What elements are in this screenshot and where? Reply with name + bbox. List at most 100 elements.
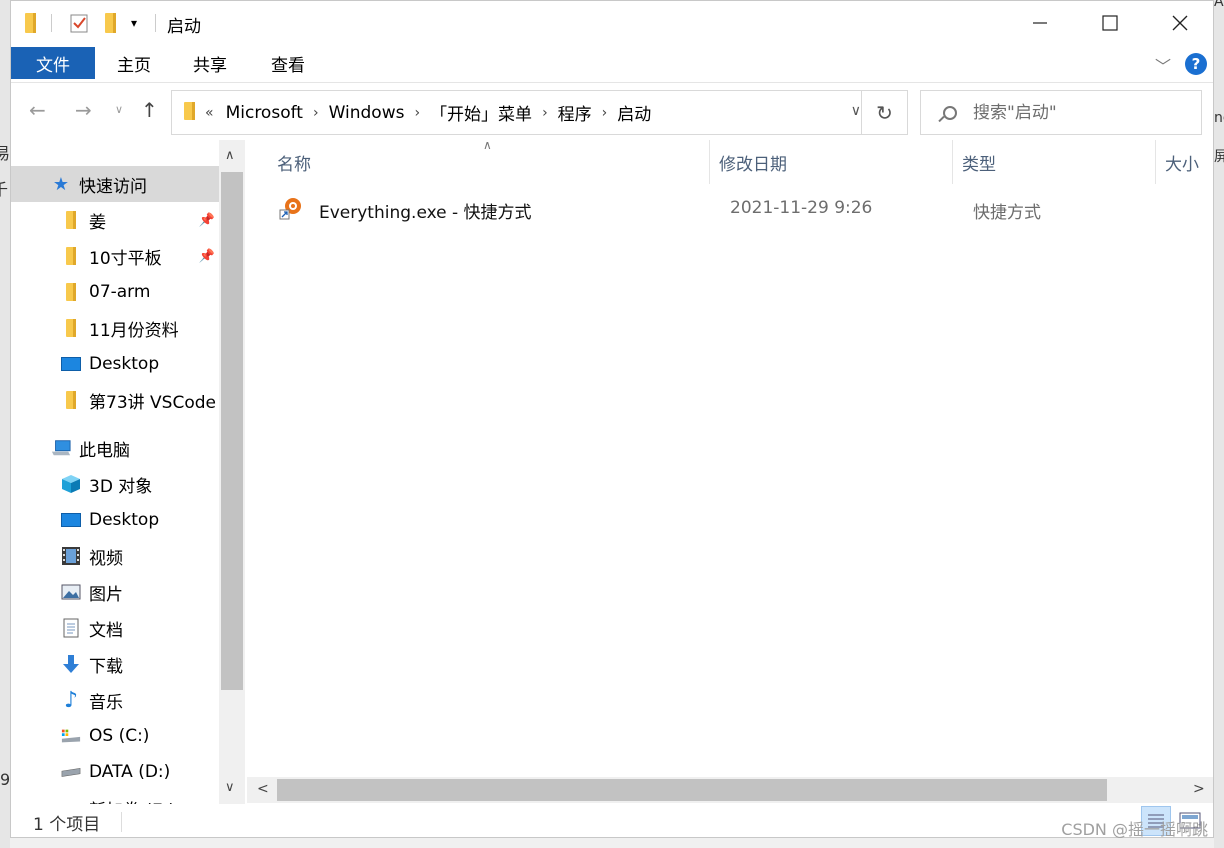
sidebar-item-folder[interactable]: 姜 📌 bbox=[11, 202, 219, 238]
column-header-type[interactable]: 类型 bbox=[962, 150, 996, 175]
minimize-button[interactable] bbox=[1005, 1, 1075, 45]
sidebar-item-label: 11月份资料 bbox=[89, 320, 179, 341]
forward-arrow-icon[interactable]: → bbox=[75, 98, 92, 122]
item-count: 1 个项目 bbox=[33, 815, 101, 835]
sidebar-item-label: 文档 bbox=[89, 620, 123, 641]
file-list-scrollbar[interactable]: < > bbox=[247, 777, 1213, 803]
sidebar-item-label: 07-arm bbox=[89, 282, 151, 302]
computer-icon bbox=[51, 438, 71, 458]
chevron-right-icon[interactable]: › bbox=[408, 105, 426, 121]
sidebar-item-pictures[interactable]: 图片 bbox=[11, 574, 219, 610]
maximize-button[interactable] bbox=[1075, 1, 1145, 45]
sidebar-item-music[interactable]: ♪ 音乐 bbox=[11, 682, 219, 718]
properties-icon[interactable] bbox=[69, 12, 89, 34]
pin-icon[interactable]: 📌 bbox=[199, 249, 215, 264]
new-folder-icon[interactable] bbox=[105, 12, 116, 34]
sidebar-item-label: 10寸平板 bbox=[89, 248, 162, 269]
breadcrumb-windows[interactable]: Windows bbox=[325, 103, 409, 123]
background-window-left bbox=[0, 0, 10, 848]
scrollbar-thumb[interactable] bbox=[221, 172, 243, 690]
background-text: 屏 bbox=[1214, 149, 1224, 165]
close-button[interactable] bbox=[1145, 1, 1213, 45]
sidebar-item-folder[interactable]: 10寸平板 📌 bbox=[11, 238, 219, 274]
tab-file[interactable]: 文件 bbox=[11, 47, 95, 79]
sidebar-item-label: 音乐 bbox=[89, 692, 123, 713]
sidebar-item-3d-objects[interactable]: 3D 对象 bbox=[11, 466, 219, 502]
address-bar[interactable]: « Microsoft › Windows › 「开始」菜单 › 程序 › 启动… bbox=[171, 90, 908, 135]
ribbon-expand-icon[interactable]: ﹀ bbox=[1155, 53, 1171, 77]
back-arrow-icon[interactable]: ← bbox=[29, 98, 46, 122]
sidebar-item-desktop[interactable]: Desktop bbox=[11, 502, 219, 538]
sidebar-item-documents[interactable]: 文档 bbox=[11, 610, 219, 646]
scrollbar-thumb[interactable] bbox=[277, 779, 1107, 801]
sidebar-item-drive-c[interactable]: OS (C:) bbox=[11, 718, 219, 754]
sort-indicator-icon: ∧ bbox=[483, 138, 492, 152]
search-input[interactable] bbox=[973, 102, 1173, 123]
sidebar-item-folder[interactable]: 第73讲 VSCode bbox=[11, 382, 219, 418]
search-box[interactable] bbox=[920, 90, 1202, 135]
recent-locations-icon[interactable]: ∨ bbox=[115, 103, 123, 116]
tab-share[interactable]: 共享 bbox=[181, 47, 239, 79]
title-bar: ▾ 启动 bbox=[11, 1, 1213, 45]
sidebar-item-desktop[interactable]: Desktop bbox=[11, 346, 219, 382]
background-text: Ac bbox=[1214, 0, 1224, 10]
help-button[interactable]: ? bbox=[1185, 53, 1207, 75]
pin-icon[interactable]: 📌 bbox=[199, 213, 215, 228]
document-icon bbox=[61, 618, 81, 638]
column-divider[interactable] bbox=[1155, 140, 1156, 184]
file-row[interactable]: Everything.exe - 快捷方式 2021-11-29 9:26 快捷… bbox=[271, 192, 1201, 224]
sidebar-item-label: OS (C:) bbox=[89, 726, 150, 746]
chevron-down-icon[interactable]: ∨ bbox=[851, 103, 861, 119]
column-divider[interactable] bbox=[952, 140, 953, 184]
navigation-bar: ← → ∨ ↑ « Microsoft › Windows › 「开始」菜单 ›… bbox=[11, 84, 1213, 140]
folder-icon bbox=[25, 12, 36, 34]
tab-home[interactable]: 主页 bbox=[105, 47, 163, 79]
chevron-right-icon[interactable]: › bbox=[536, 105, 554, 121]
column-header-name[interactable]: 名称 bbox=[277, 150, 311, 175]
sidebar-item-drive-d[interactable]: DATA (D:) bbox=[11, 754, 219, 790]
refresh-icon: ↻ bbox=[876, 100, 893, 125]
status-bar: 1 个项目 bbox=[11, 804, 1213, 837]
chevron-down-icon[interactable]: ∨ bbox=[225, 780, 235, 795]
chevron-right-icon[interactable]: › bbox=[596, 105, 614, 121]
breadcrumb-start-menu[interactable]: 「开始」菜单 bbox=[426, 100, 536, 125]
background-window-right bbox=[1214, 0, 1224, 848]
file-type: 快捷方式 bbox=[973, 203, 1041, 223]
sidebar-item-folder[interactable]: 11月份资料 bbox=[11, 310, 219, 346]
tab-view[interactable]: 查看 bbox=[259, 47, 317, 79]
chevron-right-icon[interactable]: > bbox=[1193, 781, 1205, 797]
column-header-size[interactable]: 大小 bbox=[1165, 150, 1199, 175]
sidebar-item-label: 视频 bbox=[89, 548, 123, 569]
overflow-chevron[interactable]: « bbox=[205, 105, 222, 121]
star-icon: ★ bbox=[52, 173, 70, 195]
customize-toolbar-dropdown[interactable]: ▾ bbox=[131, 12, 137, 34]
sidebar-item-label: DATA (D:) bbox=[89, 762, 171, 782]
sidebar-item-videos[interactable]: 视频 bbox=[11, 538, 219, 574]
desktop-icon bbox=[61, 354, 81, 374]
background-text: 易 bbox=[0, 144, 11, 163]
ribbon-tabs: 文件 主页 共享 查看 ﹀ bbox=[11, 45, 1213, 83]
chevron-left-icon[interactable]: < bbox=[257, 781, 269, 797]
column-header-modified[interactable]: 修改日期 bbox=[719, 150, 787, 175]
folder-icon bbox=[61, 390, 81, 410]
sidebar-item-label: 新加卷 (E:) bbox=[89, 796, 175, 805]
sidebar-item-drive-e[interactable]: 新加卷 (E:) bbox=[11, 790, 219, 805]
breadcrumb-startup[interactable]: 启动 bbox=[613, 100, 655, 125]
minimize-icon bbox=[1033, 22, 1047, 24]
column-divider[interactable] bbox=[709, 140, 710, 184]
sidebar-item-label: Desktop bbox=[89, 510, 160, 530]
refresh-button[interactable]: ↻ bbox=[861, 91, 907, 134]
chevron-up-icon[interactable]: ∧ bbox=[225, 148, 235, 163]
up-arrow-icon[interactable]: ↑ bbox=[141, 98, 158, 122]
sidebar-item-downloads[interactable]: 下载 bbox=[11, 646, 219, 682]
chevron-right-icon[interactable]: › bbox=[307, 105, 325, 121]
sidebar-item-quick-access[interactable]: ★ 快速访问 bbox=[11, 166, 219, 202]
separator bbox=[51, 14, 52, 32]
navigation-pane-scrollbar[interactable]: ∧ ∨ bbox=[219, 140, 245, 804]
breadcrumb-microsoft[interactable]: Microsoft bbox=[222, 103, 307, 123]
breadcrumb-programs[interactable]: 程序 bbox=[554, 100, 596, 125]
sidebar-item-folder[interactable]: 07-arm bbox=[11, 274, 219, 310]
background-text: 千 bbox=[0, 180, 9, 199]
music-icon: ♪ bbox=[63, 687, 79, 713]
sidebar-item-this-pc[interactable]: 此电脑 bbox=[11, 430, 219, 466]
